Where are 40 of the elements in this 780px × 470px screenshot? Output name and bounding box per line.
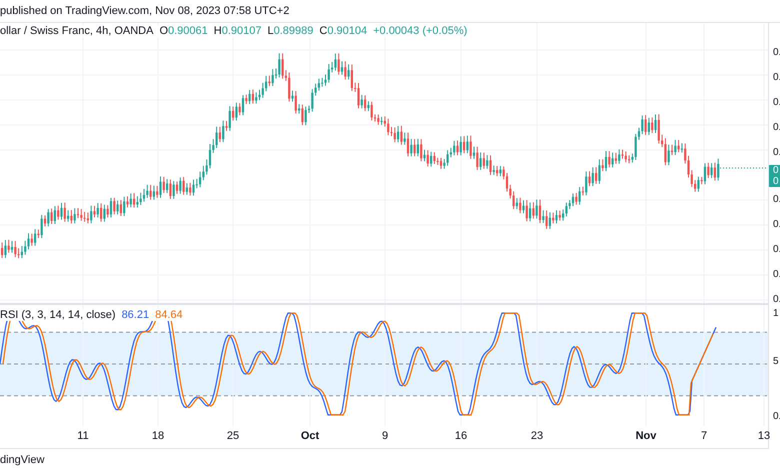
price-label: 0. <box>772 146 780 160</box>
date-label: 9 <box>382 430 388 442</box>
date-label: 11 <box>77 430 89 442</box>
price-label: 0. <box>772 121 780 135</box>
price-label: 0 <box>773 165 780 176</box>
ohlc-label: O <box>159 25 168 37</box>
date-label: 23 <box>530 430 544 442</box>
date-label: 16 <box>454 430 468 442</box>
price-label: 0. <box>772 46 780 60</box>
ohlc-value: 0.90107 <box>222 25 262 37</box>
ohlc-label: C <box>319 25 328 37</box>
indicator-value: 84.64 <box>155 309 183 321</box>
date-label: 18 <box>152 430 164 442</box>
ohlc-value: 0.89989 <box>274 25 314 37</box>
price-change: +0.00043 (+0.05%) <box>373 25 468 37</box>
price-label: 0 <box>773 176 780 187</box>
indicator-axis-label: 1 <box>772 307 780 321</box>
price-label: 0. <box>772 71 780 85</box>
ohlc-label: H <box>214 25 222 37</box>
price-label: 0. <box>772 96 780 110</box>
ohlc-value: 0.90061 <box>168 25 208 37</box>
symbol-label: ollar / Swiss Franc, 4h, OANDA <box>0 25 154 37</box>
price-label: 0. <box>772 193 780 207</box>
date-label: Oct <box>300 430 320 442</box>
date-label: 13 <box>758 430 770 442</box>
price-label: 0. <box>772 218 780 232</box>
indicator-axis-label: 5 <box>772 354 780 368</box>
indicator-value: 86.21 <box>122 309 150 321</box>
price-label: 0. <box>772 293 780 307</box>
date-label: 25 <box>226 430 240 442</box>
indicator-name: RSI (3, 3, 14, 14, close) <box>0 309 116 321</box>
ohlc-value: 0.90104 <box>327 25 368 37</box>
price-label: 0. <box>772 268 780 282</box>
indicator-axis-label: 0. <box>772 410 780 424</box>
price-label: 0. <box>772 243 780 257</box>
ohlc-label: L <box>267 25 274 37</box>
published-caption: published on TradingView.com, Nov 08, 2023 07:58 UTC+2 <box>0 5 290 17</box>
date-label: 7 <box>700 430 708 442</box>
date-label: Nov <box>636 430 656 442</box>
brand-caption: dingView <box>0 454 44 466</box>
